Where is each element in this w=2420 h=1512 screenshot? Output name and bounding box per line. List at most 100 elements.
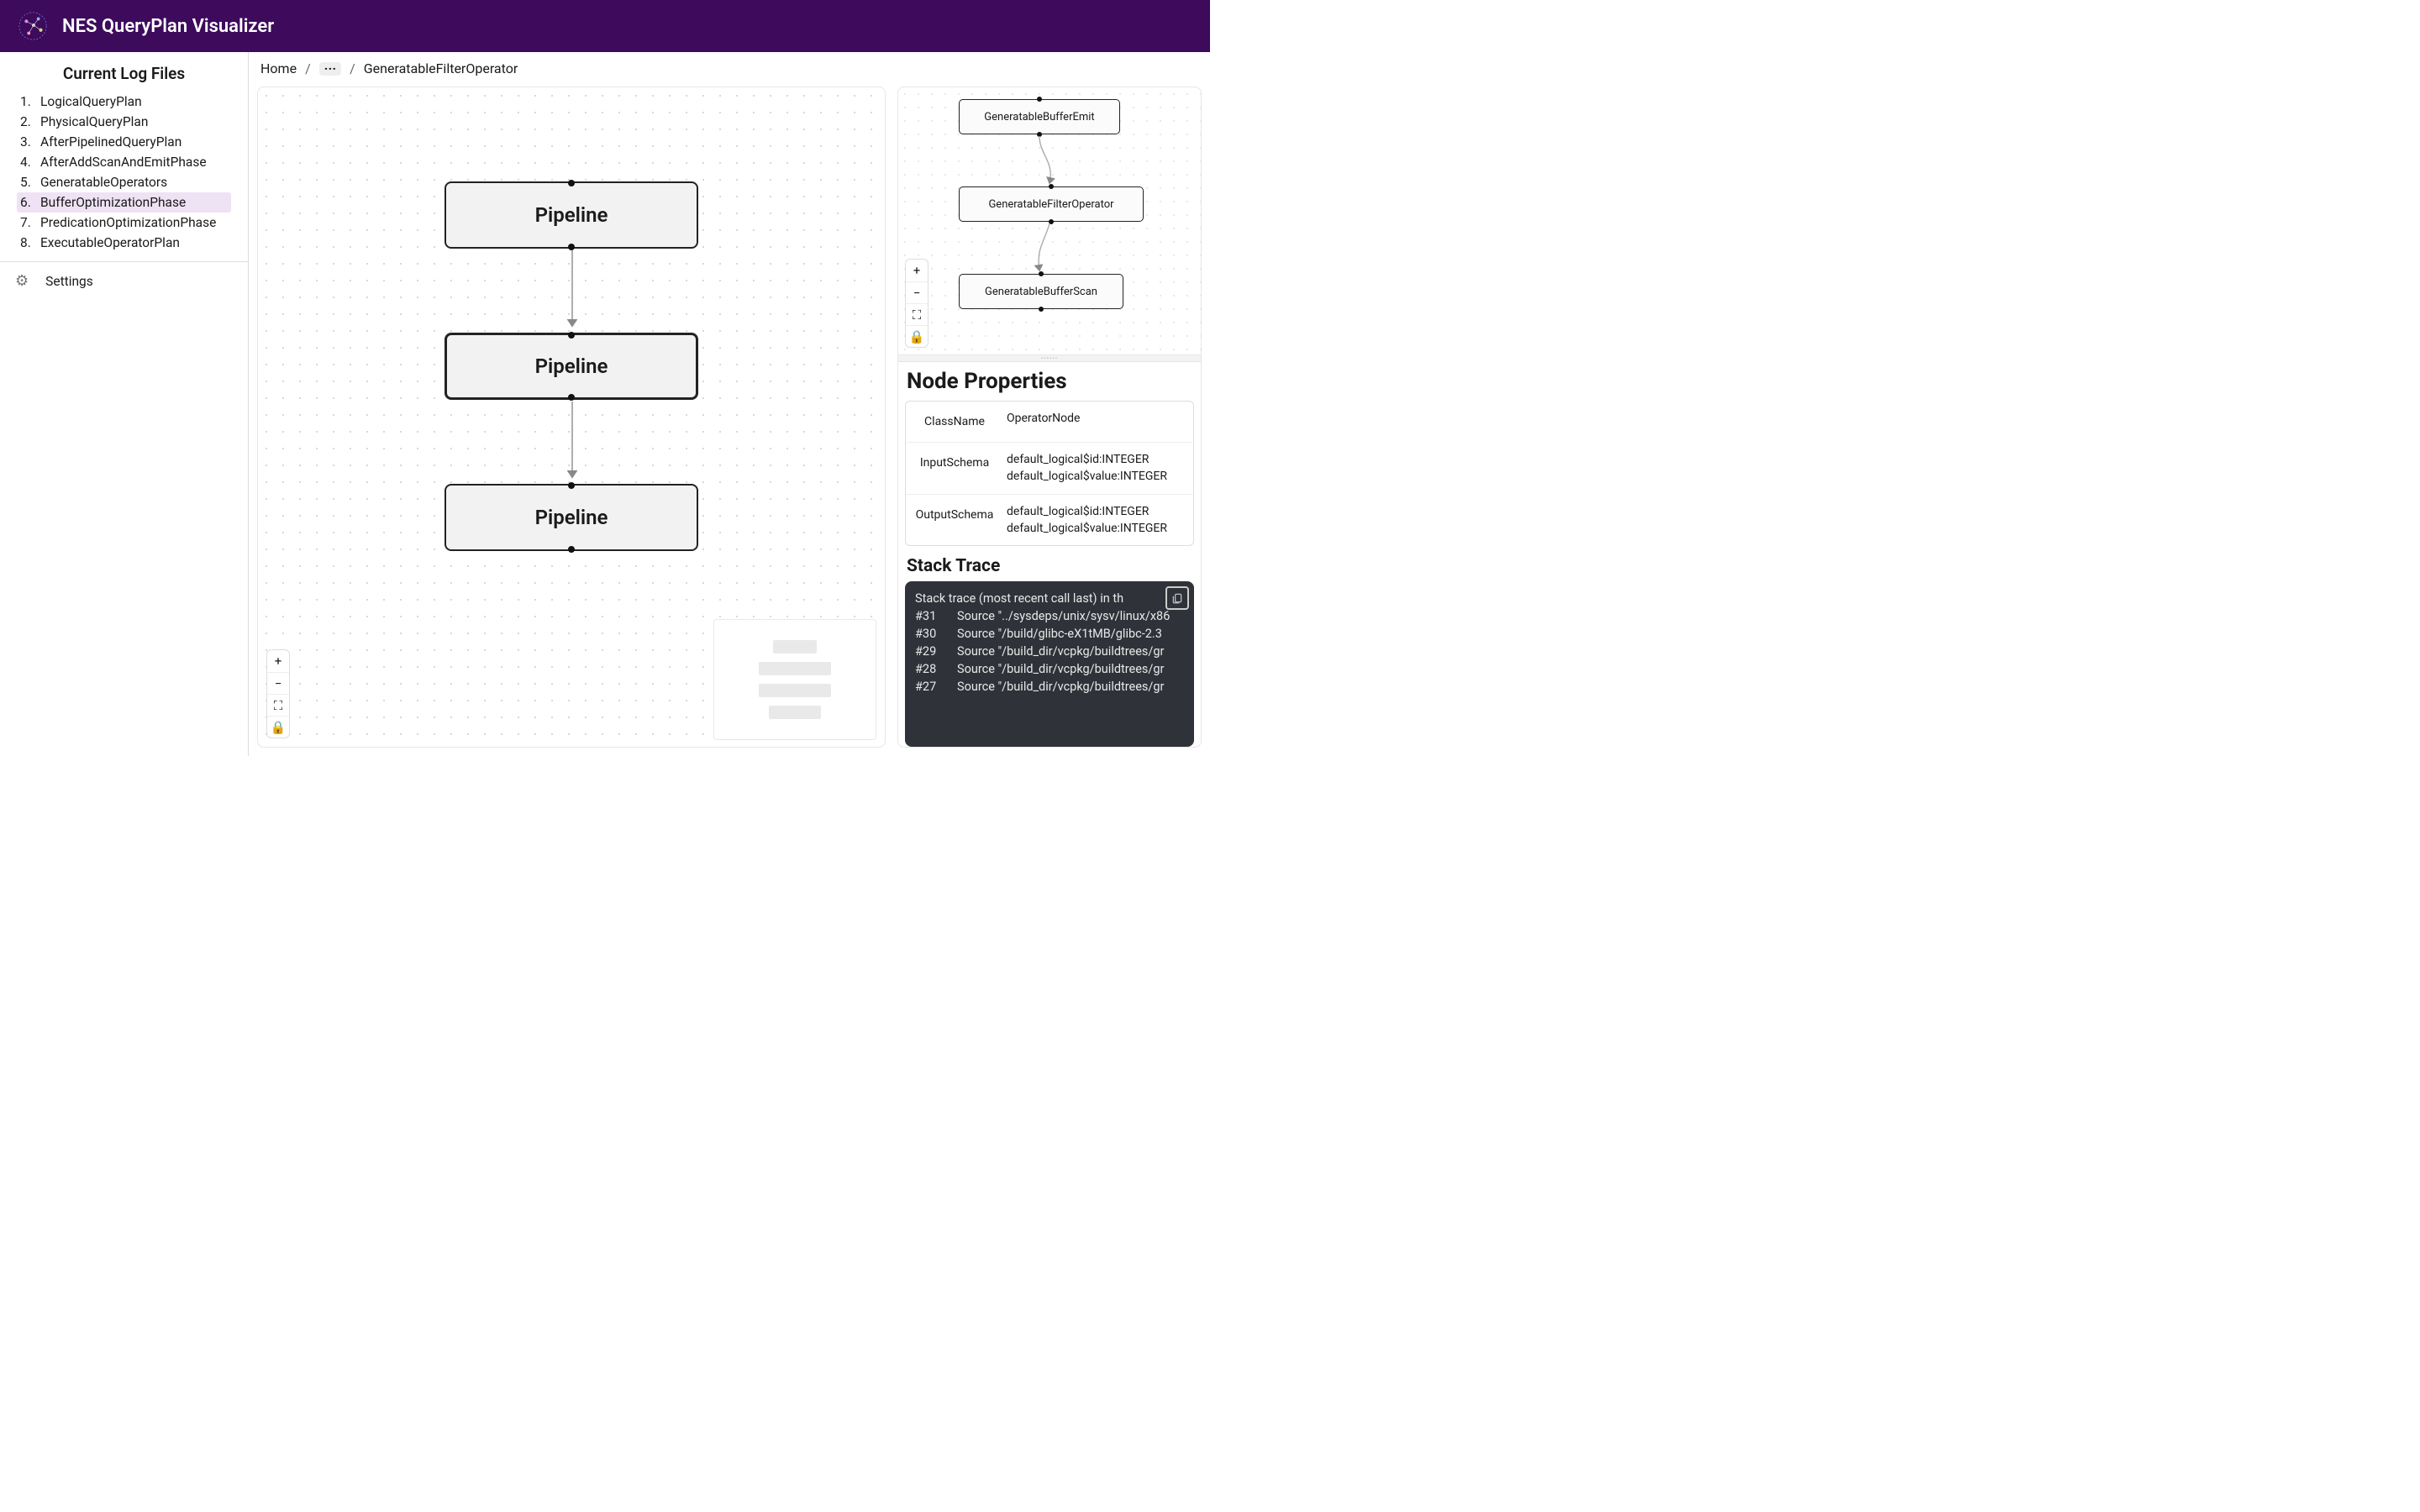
sidebar-item-label: PhysicalQueryPlan <box>40 114 148 129</box>
sidebar-item-label: PredicationOptimizationPhase <box>40 215 216 230</box>
pipeline-node-selected[interactable]: Pipeline <box>445 333 698 400</box>
app-title: NES QueryPlan Visualizer <box>62 16 274 37</box>
property-key: ClassName <box>906 402 1003 442</box>
breadcrumb-home[interactable]: Home <box>260 60 297 76</box>
property-key: OutputSchema <box>906 495 1003 546</box>
settings-label: Settings <box>45 274 93 289</box>
stack-trace-heading: Stack Trace <box>898 553 1201 581</box>
port-top[interactable] <box>1049 184 1054 189</box>
port-top[interactable] <box>568 180 575 186</box>
frame-source: Source "/build_dir/vcpkg/buildtrees/gr <box>957 644 1164 659</box>
pipeline-node[interactable]: Pipeline <box>445 181 698 249</box>
stack-trace-box[interactable]: Stack trace (most recent call last) in t… <box>905 581 1194 747</box>
sidebar-item-number: 6. <box>20 195 35 210</box>
port-top[interactable] <box>1037 97 1042 102</box>
frame-source: Source "../sysdeps/unix/sysv/linux/x86 <box>957 609 1170 623</box>
canvas-controls: + − ⛶ 🔒 <box>266 649 290 738</box>
port-bottom[interactable] <box>568 244 575 250</box>
port-bottom[interactable] <box>568 394 575 401</box>
property-value: OperatorNode <box>1003 402 1193 442</box>
copy-icon[interactable] <box>1165 586 1189 610</box>
zoom-in-button[interactable]: + <box>906 260 928 281</box>
stack-frame: #29 Source "/build_dir/vcpkg/buildtrees/g… <box>915 643 1184 660</box>
lock-button[interactable]: 🔒 <box>267 716 289 738</box>
stack-frame: #28 Source "/build_dir/vcpkg/buildtrees/g… <box>915 660 1184 678</box>
breadcrumb-current: GeneratableFilterOperator <box>364 60 518 76</box>
sidebar-title: Current Log Files <box>0 52 248 92</box>
port-top[interactable] <box>1039 271 1044 276</box>
fit-view-button[interactable]: ⛶ <box>906 303 928 325</box>
frame-source: Source "/build_dir/vcpkg/buildtrees/gr <box>957 662 1164 676</box>
properties-panel: Node Properties ClassNameOperatorNodeInp… <box>897 362 1202 748</box>
pipeline-node[interactable]: Pipeline <box>445 484 698 551</box>
stack-frame: #30 Source "/build/glibc-eX1tMB/glibc-2.3 <box>915 625 1184 643</box>
sidebar: Current Log Files 1. LogicalQueryPlan 2. Ph… <box>0 52 249 756</box>
properties-table: ClassNameOperatorNodeInputSchemadefault_… <box>905 401 1194 546</box>
operator-node[interactable]: GeneratableBufferEmit <box>959 99 1120 134</box>
minimap-placeholder <box>736 635 854 724</box>
app-logo-icon <box>17 10 49 42</box>
port-bottom[interactable] <box>568 546 575 553</box>
properties-heading: Node Properties <box>898 362 1201 399</box>
sidebar-item[interactable]: 4.AfterAddScanAndEmitPhase <box>17 152 231 172</box>
frame-index: #29 <box>915 644 945 659</box>
lock-button[interactable]: 🔒 <box>906 325 928 347</box>
sidebar-item-number: 7. <box>20 215 35 230</box>
sidebar-item[interactable]: 6. BufferOptimizationPhase <box>17 192 231 213</box>
breadcrumb-sep: / <box>350 60 355 76</box>
frame-index: #31 <box>915 609 945 623</box>
sidebar-item-label: ExecutableOperatorPlan <box>40 235 180 250</box>
frame-index: #28 <box>915 662 945 676</box>
app-header: NES QueryPlan Visualizer <box>0 0 1210 52</box>
sidebar-item[interactable]: 3.AfterPipelinedQueryPlan <box>17 132 231 152</box>
sidebar-item-label: GeneratableOperators <box>40 175 167 190</box>
panel-splitter[interactable]: •••••• <box>897 355 1202 362</box>
sidebar-item-number: 4. <box>20 155 35 170</box>
sidebar-item[interactable]: 8. ExecutableOperatorPlan <box>17 233 231 253</box>
port-top[interactable] <box>568 332 575 339</box>
sidebar-item[interactable]: 7. PredicationOptimizationPhase <box>17 213 231 233</box>
sidebar-item[interactable]: 5. GeneratableOperators <box>17 172 231 192</box>
property-row: OutputSchemadefault_logical$id:INTEGER d… <box>906 494 1193 546</box>
sidebar-item-label: BufferOptimizationPhase <box>40 195 186 210</box>
breadcrumb: Home / ··· / GeneratableFilterOperator <box>249 52 1210 80</box>
main-canvas[interactable]: Pipeline Pipeline Pipeline <box>257 87 886 748</box>
frame-index: #30 <box>915 627 945 641</box>
port-bottom[interactable] <box>1039 307 1044 312</box>
detail-canvas[interactable]: GeneratableBufferEmit GeneratableFilterO… <box>897 87 1202 355</box>
operator-node-selected[interactable]: GeneratableFilterOperator <box>959 186 1144 222</box>
port-top[interactable] <box>568 482 575 489</box>
frame-source: Source "/build/glibc-eX1tMB/glibc-2.3 <box>957 627 1162 641</box>
property-value: default_logical$id:INTEGER default_logic… <box>1003 495 1193 546</box>
sidebar-item-number: 8. <box>20 235 35 250</box>
stack-frame: #27Source "/build_dir/vcpkg/buildtrees/g… <box>915 678 1184 696</box>
port-bottom[interactable] <box>1037 132 1042 137</box>
sidebar-list: 1. LogicalQueryPlan 2. PhysicalQueryPlan 3.A… <box>0 92 248 253</box>
zoom-out-button[interactable]: − <box>906 281 928 303</box>
sidebar-item-number: 2. <box>20 114 35 129</box>
node-label: GeneratableBufferEmit <box>984 111 1094 123</box>
property-key: InputSchema <box>906 443 1003 494</box>
settings-link[interactable]: ⚙ Settings <box>0 262 248 300</box>
sidebar-item-number: 1. <box>20 94 35 109</box>
frame-source: Source "/build_dir/vcpkg/buildtrees/gr <box>957 680 1164 694</box>
minimap[interactable] <box>713 619 876 740</box>
sidebar-item-number: 5. <box>20 175 35 190</box>
gear-icon: ⚙ <box>15 272 29 290</box>
stack-frame: #31 Source "../sysdeps/unix/sysv/linux/x8… <box>915 607 1184 625</box>
stack-trace-header: Stack trace (most recent call last) in t… <box>915 590 1184 607</box>
property-row: ClassNameOperatorNode <box>906 402 1193 442</box>
node-label: Pipeline <box>535 354 608 378</box>
property-value: default_logical$id:INTEGER default_logic… <box>1003 443 1193 494</box>
port-bottom[interactable] <box>1049 219 1054 224</box>
fit-view-button[interactable]: ⛶ <box>267 694 289 716</box>
node-label: Pipeline <box>535 203 608 227</box>
zoom-out-button[interactable]: − <box>267 672 289 694</box>
sidebar-item[interactable]: 1. LogicalQueryPlan <box>17 92 231 112</box>
sidebar-item-label: LogicalQueryPlan <box>40 94 142 109</box>
sidebar-item[interactable]: 2. PhysicalQueryPlan <box>17 112 231 132</box>
node-label: GeneratableBufferScan <box>985 286 1097 298</box>
operator-node[interactable]: GeneratableBufferScan <box>959 274 1123 309</box>
breadcrumb-ellipsis[interactable]: ··· <box>319 62 341 76</box>
zoom-in-button[interactable]: + <box>267 650 289 672</box>
